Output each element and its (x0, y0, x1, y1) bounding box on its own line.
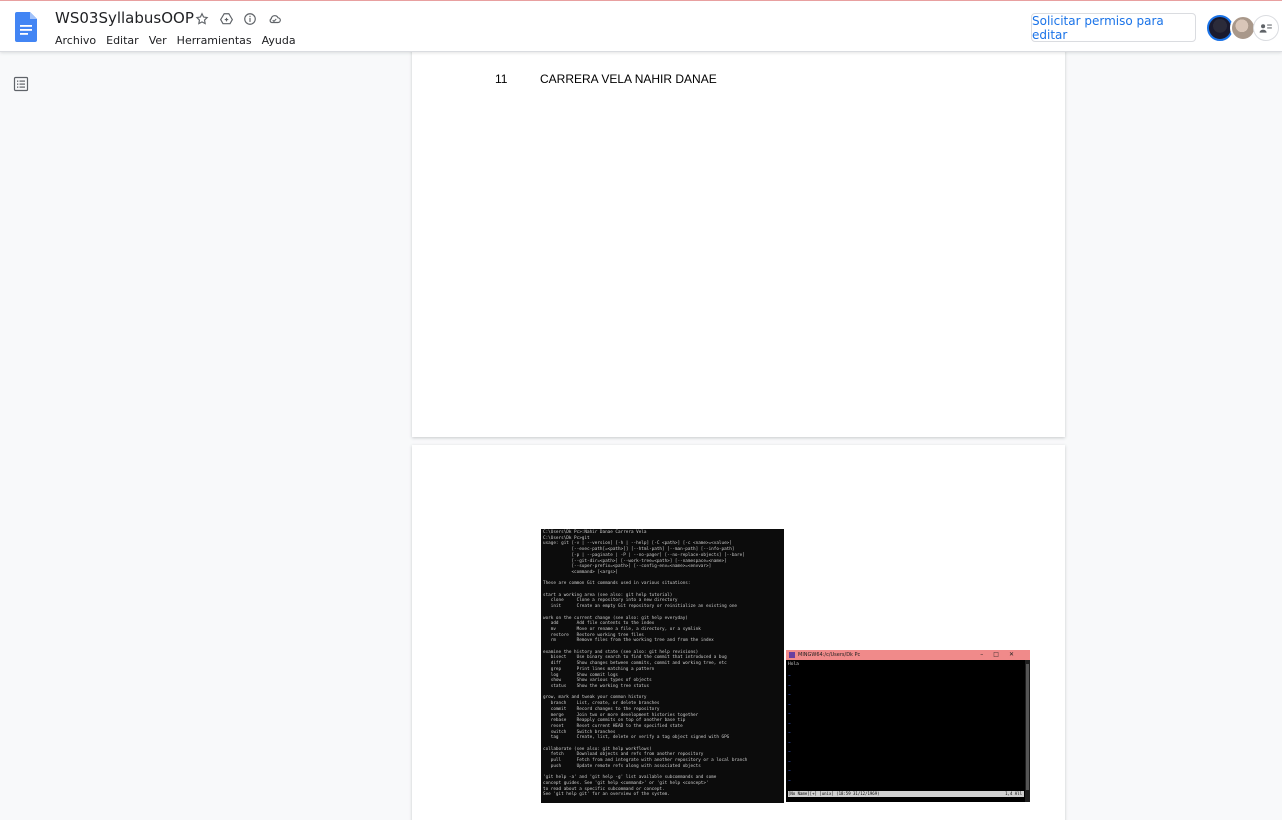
document-outline-icon[interactable] (13, 76, 29, 92)
window-controls-icon: –□✕ (980, 651, 1024, 658)
vim-empty-lines: ~ ~ ~ ~ ~ ~ ~ ~ ~ ~ ~ ~ (788, 674, 791, 784)
menu-editar[interactable]: Editar (101, 33, 144, 48)
menu-herramientas[interactable]: Herramientas (172, 33, 257, 48)
document-page-1 (412, 40, 1065, 437)
git-help-terminal-screenshot: C:\Users\Dk Pc>:Nahir Danae Carrera Vela… (541, 529, 784, 803)
mingw-terminal-screenshot: MINGW64:/c/Users/Dk Pc –□✕ Hola ~ ~ ~ ~ … (786, 650, 1030, 802)
status-left: [No Name][+] [unix] (18:59 31/12/1969) (788, 791, 880, 796)
app-header: WS03SyllabusOOP Archivo Editar Ver Herra… (0, 0, 1282, 52)
terminal-output: C:\Users\Dk Pc>:Nahir Danae Carrera Vela… (543, 530, 748, 798)
menu-archivo[interactable]: Archivo (50, 33, 101, 48)
request-edit-access-button[interactable]: Solicitar permiso para editar (1031, 13, 1196, 42)
status-right: 1,4 All (1005, 791, 1022, 796)
cloud-status-icon[interactable] (265, 10, 283, 28)
title-icons (193, 10, 283, 28)
terminal-scrollbar (1025, 660, 1030, 802)
list-row-name: CARRERA VELA NAHIR DANAE (540, 72, 717, 86)
menu-ver[interactable]: Ver (144, 33, 172, 48)
info-icon[interactable] (241, 10, 259, 28)
terminal-window-title: MINGW64:/c/Users/Dk Pc (798, 652, 861, 658)
terminal-first-line: Hola (788, 662, 799, 667)
menu-bar: Archivo Editar Ver Herramientas Ayuda (50, 33, 301, 48)
share-people-icon[interactable] (1253, 15, 1279, 41)
document-title[interactable]: WS03SyllabusOOP (55, 9, 194, 27)
terminal-app-icon (789, 652, 795, 658)
google-docs-logo-icon[interactable] (15, 12, 37, 42)
vim-status-line: [No Name][+] [unix] (18:59 31/12/1969) 1… (788, 791, 1024, 797)
move-to-drive-icon[interactable] (217, 10, 235, 28)
list-row-number: 11 (495, 72, 508, 86)
menu-ayuda[interactable]: Ayuda (257, 33, 301, 48)
star-icon[interactable] (193, 10, 211, 28)
